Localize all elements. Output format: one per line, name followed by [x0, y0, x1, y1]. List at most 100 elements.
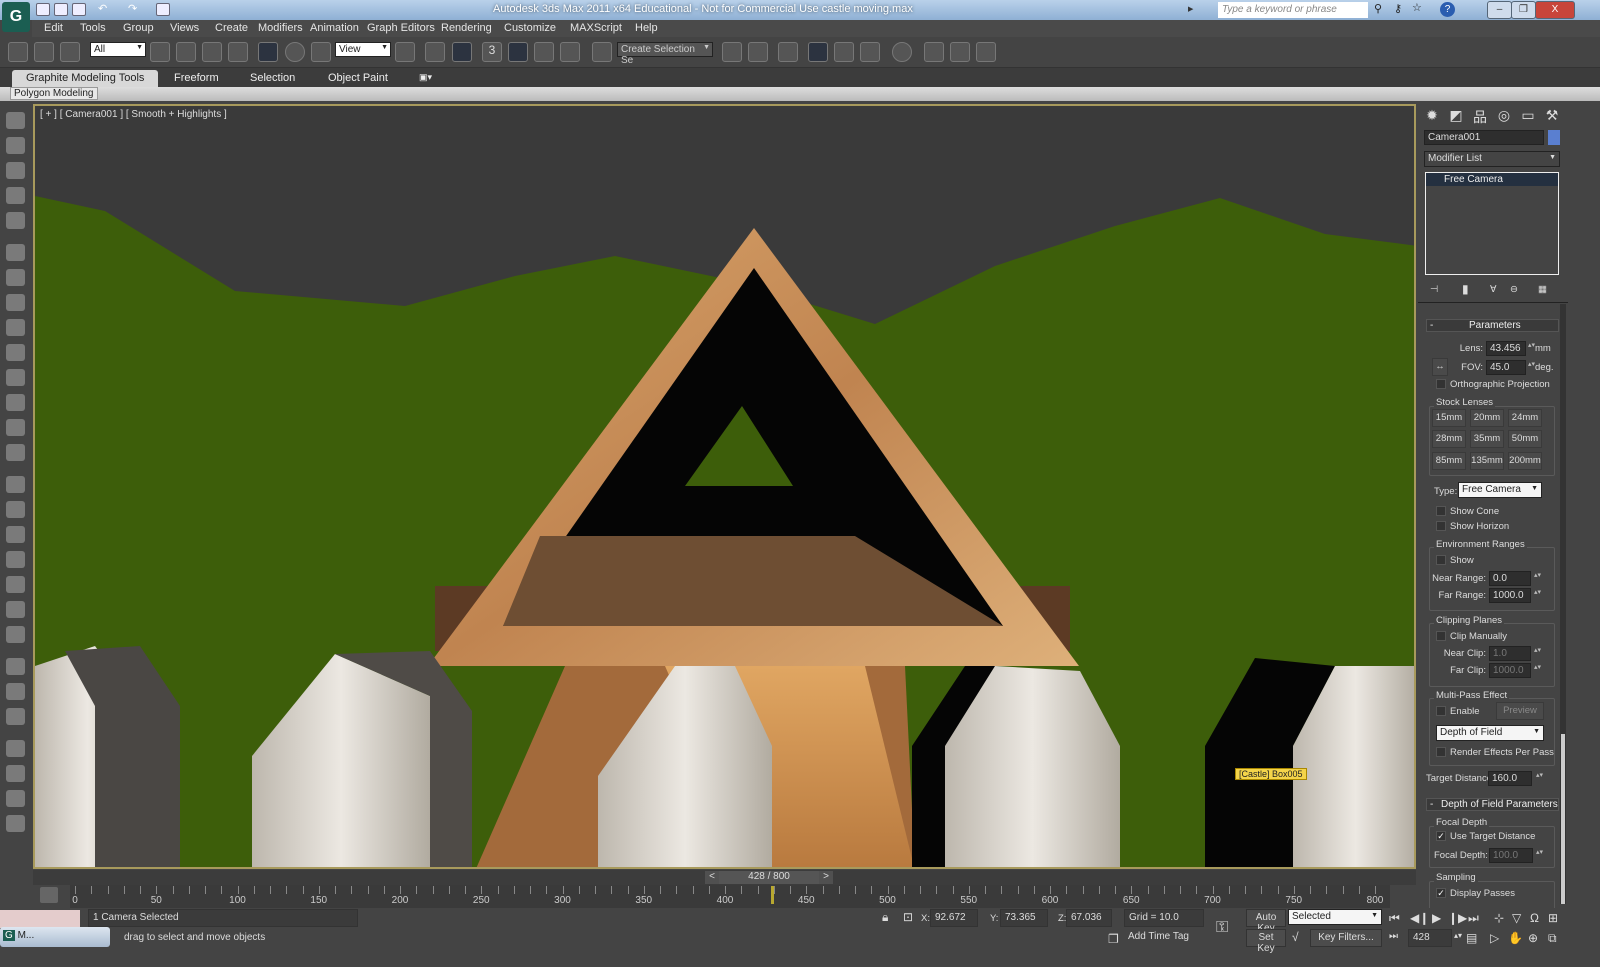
configure-sets-icon[interactable]: ▦: [1538, 284, 1547, 295]
lens-20mm-button[interactable]: 20mm: [1470, 409, 1504, 427]
near-clip-spinner[interactable]: ▴▾: [1534, 647, 1541, 661]
menu-group[interactable]: Group: [123, 22, 154, 34]
multi-pass-effect-dropdown[interactable]: Depth of Field: [1436, 725, 1544, 741]
lens-35mm-button[interactable]: 35mm: [1470, 430, 1504, 448]
orthographic-checkbox[interactable]: [1436, 379, 1446, 389]
render-icon[interactable]: [6, 790, 25, 807]
redo-icon[interactable]: ↷: [128, 2, 137, 15]
layers-icon[interactable]: [6, 269, 25, 286]
layer-manager-icon[interactable]: [778, 42, 798, 62]
application-button[interactable]: G: [2, 2, 30, 32]
tab-graphite-modeling-tools[interactable]: Graphite Modeling Tools: [12, 70, 159, 87]
menu-rendering[interactable]: Rendering: [441, 22, 492, 34]
env-show-checkbox[interactable]: [1436, 555, 1446, 565]
near-clip-field[interactable]: 1.0: [1489, 646, 1531, 661]
set-key-button[interactable]: Set Key: [1246, 929, 1286, 954]
lens-135mm-button[interactable]: 135mm: [1470, 452, 1504, 470]
stairs-icon[interactable]: [6, 244, 25, 261]
near-range-field[interactable]: 0.0: [1489, 571, 1531, 586]
next-key-icon[interactable]: ❙▶: [1448, 911, 1467, 925]
clip-manually-checkbox[interactable]: [1436, 631, 1446, 641]
object-name-field[interactable]: Camera001: [1424, 130, 1544, 145]
command-panel-scrollbar[interactable]: [1560, 304, 1566, 904]
far-clip-spinner[interactable]: ▴▾: [1534, 664, 1541, 678]
render-setup-icon[interactable]: [924, 42, 944, 62]
fov-direction-button[interactable]: ↔: [1432, 358, 1448, 376]
key-filters-button[interactable]: Key Filters...: [1310, 929, 1382, 947]
help-icon[interactable]: ?: [1440, 2, 1455, 17]
close-button[interactable]: X: [1535, 1, 1575, 19]
bind-space-warp-icon[interactable]: [60, 42, 80, 62]
menu-help[interactable]: Help: [635, 22, 658, 34]
menu-graph-editors[interactable]: Graph Editors: [367, 22, 435, 34]
create-box-icon[interactable]: [6, 112, 25, 129]
undo-icon[interactable]: ↶: [98, 2, 107, 15]
pose-icon[interactable]: [6, 576, 25, 593]
spline-icon[interactable]: [6, 626, 25, 643]
new-file-icon[interactable]: [36, 3, 50, 16]
rendered-frame-window-icon[interactable]: [950, 42, 970, 62]
selection-filter-dropdown[interactable]: All: [90, 42, 146, 57]
percent-snap-icon[interactable]: [534, 42, 554, 62]
lens-28mm-button[interactable]: 28mm: [1432, 430, 1466, 448]
preview-button[interactable]: Preview: [1496, 702, 1544, 720]
tab-selection[interactable]: Selection: [236, 70, 309, 87]
y-coordinate-field[interactable]: 73.365: [1000, 909, 1048, 927]
bone-icon[interactable]: [6, 551, 25, 568]
sphere-map-icon[interactable]: [6, 601, 25, 618]
multi-pass-enable-checkbox[interactable]: [1436, 706, 1446, 716]
key-mode-toggle-icon[interactable]: ⏭: [1389, 931, 1398, 942]
modify-tab-icon[interactable]: ◩: [1446, 107, 1466, 125]
use-target-distance-checkbox[interactable]: ✓: [1436, 831, 1446, 841]
open-file-icon[interactable]: [54, 3, 68, 16]
material-editor-icon[interactable]: [892, 42, 912, 62]
go-to-start-icon[interactable]: ⏮: [1389, 911, 1400, 926]
curve-editor-icon[interactable]: [834, 42, 854, 62]
cylinder-icon[interactable]: [6, 526, 25, 543]
star-shape-icon[interactable]: [6, 212, 25, 229]
lens-15mm-button[interactable]: 15mm: [1432, 409, 1466, 427]
schematic-view-icon[interactable]: [860, 42, 880, 62]
ribbon-options-icon[interactable]: ▣▾: [405, 70, 446, 87]
display-passes-checkbox[interactable]: ✓: [1436, 888, 1446, 898]
named-selection-dropdown[interactable]: Create Selection Se: [617, 42, 713, 66]
globe-icon[interactable]: [6, 683, 25, 700]
menu-customize[interactable]: Customize: [504, 22, 556, 34]
tab-object-paint[interactable]: Object Paint: [314, 70, 402, 87]
time-slider[interactable]: 428 / 800: [719, 871, 819, 884]
spinner-snap-icon[interactable]: [560, 42, 580, 62]
object-color-swatch[interactable]: [1548, 130, 1560, 145]
lock-selection-icon[interactable]: 🔒︎: [882, 910, 888, 925]
target-distance-spinner[interactable]: ▴▾: [1536, 772, 1543, 786]
menu-modifiers[interactable]: Modifiers: [258, 22, 303, 34]
panel-icon[interactable]: [6, 740, 25, 757]
far-range-field[interactable]: 1000.0: [1489, 588, 1531, 603]
orbit-icon[interactable]: Ω: [1530, 911, 1539, 925]
default-tangents-icon[interactable]: √: [1292, 930, 1299, 944]
mirror-icon[interactable]: [722, 42, 742, 62]
motion-tab-icon[interactable]: ◎: [1494, 107, 1514, 125]
unlink-icon[interactable]: [34, 42, 54, 62]
lathe-icon[interactable]: [6, 476, 25, 493]
grid-icon[interactable]: [6, 815, 25, 832]
polygon-modeling-panel[interactable]: Polygon Modeling: [10, 87, 98, 100]
show-end-result-icon[interactable]: ▮: [1462, 282, 1469, 296]
camera-type-dropdown[interactable]: Free Camera: [1458, 482, 1542, 498]
keyboard-shortcut-override-icon[interactable]: [452, 42, 472, 62]
viewport-label[interactable]: [ + ] [ Camera001 ] [ Smooth + Highlight…: [40, 109, 227, 120]
show-cone-checkbox[interactable]: [1436, 506, 1446, 516]
paint-icon[interactable]: [6, 294, 25, 311]
favorites-icon[interactable]: ☆: [1412, 1, 1422, 14]
rectangular-selection-icon[interactable]: [202, 42, 222, 62]
maximize-toggle-icon[interactable]: ⧉: [1548, 931, 1557, 946]
graphite-toggle-icon[interactable]: [808, 42, 828, 62]
frame-spinner[interactable]: ▴▾: [1454, 931, 1462, 940]
select-object-icon[interactable]: [150, 42, 170, 62]
stack-item-free-camera[interactable]: Free Camera: [1426, 173, 1558, 186]
zoom-icon[interactable]: [6, 765, 25, 782]
minimize-button[interactable]: –: [1487, 1, 1512, 19]
make-unique-icon[interactable]: ∀: [1490, 284, 1497, 295]
fov-field[interactable]: 45.0: [1486, 360, 1526, 375]
time-configuration-icon[interactable]: ▤: [1466, 931, 1477, 945]
display-tab-icon[interactable]: ▭: [1518, 107, 1538, 125]
